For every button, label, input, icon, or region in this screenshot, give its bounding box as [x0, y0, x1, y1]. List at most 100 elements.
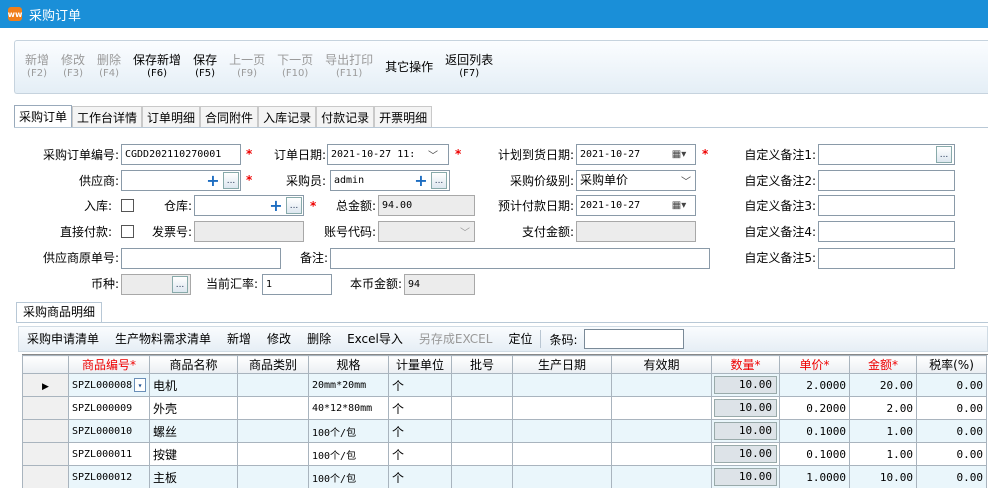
cell-mfg[interactable]: [512, 419, 612, 443]
cell-mfg[interactable]: [512, 442, 612, 466]
custom4-field[interactable]: [818, 221, 955, 242]
cell-spec[interactable]: 100个/包: [308, 419, 389, 443]
rate-field[interactable]: 1: [262, 274, 332, 295]
cell-amount[interactable]: 20.00: [849, 373, 917, 397]
tab-3[interactable]: 合同附件: [200, 106, 259, 127]
cell-category[interactable]: [237, 373, 309, 397]
cell-tax[interactable]: 0.00: [916, 465, 987, 488]
detail-button-5[interactable]: Excel导入: [339, 327, 411, 351]
cell-expiry[interactable]: [611, 465, 712, 488]
cell-name[interactable]: 电机: [149, 373, 238, 397]
custom1-field[interactable]: [818, 144, 955, 165]
add-icon[interactable]: +: [413, 171, 429, 190]
cell-category[interactable]: [237, 396, 309, 420]
toolbar-button-7[interactable]: 导出打印 (F11): [319, 54, 379, 80]
cell-category[interactable]: [237, 442, 309, 466]
detail-button-6[interactable]: 另存成EXCEL: [411, 327, 501, 351]
tab-2[interactable]: 订单明细: [142, 106, 201, 127]
table-row[interactable]: SPZL000010 螺丝 100个/包个 10.00 0.1000 1.00 0.00: [22, 419, 987, 443]
cell-tax[interactable]: 0.00: [916, 419, 987, 443]
cell-amount[interactable]: 2.00: [849, 396, 917, 420]
toolbar-button-2[interactable]: 删除 (F4): [91, 54, 127, 80]
tab-1[interactable]: 工作台详情: [72, 106, 143, 127]
cell-code[interactable]: SPZL000008 ▾: [68, 373, 150, 397]
cell-expiry[interactable]: [611, 442, 712, 466]
more-icon[interactable]: ...: [936, 146, 952, 163]
column-header[interactable]: 生产日期: [512, 355, 612, 374]
toolbar-button-9[interactable]: 返回列表 (F7): [439, 54, 499, 80]
column-header[interactable]: 数量*: [711, 355, 780, 374]
more-icon[interactable]: ...: [223, 172, 239, 189]
cell-batch[interactable]: [451, 373, 513, 397]
column-header[interactable]: 规格: [308, 355, 389, 374]
table-row[interactable]: SPZL000009 外壳 40*12*80mm 个 10.00 0.2000 2.00 0.…: [22, 396, 987, 420]
detail-button-3[interactable]: 修改: [259, 327, 299, 351]
row-indicator[interactable]: [22, 419, 69, 443]
remark-field[interactable]: [330, 248, 710, 269]
direct-pay-checkbox[interactable]: [121, 225, 134, 238]
column-header[interactable]: 计量单位: [388, 355, 452, 374]
column-header[interactable]: 商品编号*: [68, 355, 150, 374]
column-header[interactable]: 单价*: [779, 355, 850, 374]
cell-category[interactable]: [237, 465, 309, 488]
cell-tax[interactable]: 0.00: [916, 373, 987, 397]
order-no-field[interactable]: CGDD202110270001: [121, 144, 241, 165]
column-header[interactable]: 商品类别: [237, 355, 309, 374]
cell-qty[interactable]: 10.00: [711, 419, 780, 443]
cell-name[interactable]: 螺丝: [149, 419, 238, 443]
detail-button-2[interactable]: 新增: [219, 327, 259, 351]
cell-qty[interactable]: 10.00: [711, 396, 780, 420]
column-header[interactable]: 有效期: [611, 355, 712, 374]
toolbar-button-6[interactable]: 下一页 (F10): [271, 54, 319, 80]
more-icon[interactable]: ...: [286, 197, 302, 214]
toolbar-button-0[interactable]: 新增 (F2): [19, 54, 55, 80]
calendar-icon[interactable]: ▦▾: [670, 145, 688, 164]
stock-in-checkbox[interactable]: [121, 199, 134, 212]
cell-batch[interactable]: [451, 396, 513, 420]
cell-unit[interactable]: 个: [388, 465, 452, 488]
cell-code[interactable]: SPZL000012: [68, 465, 150, 488]
custom3-field[interactable]: [818, 195, 955, 216]
chevron-down-icon[interactable]: ﹀: [424, 145, 442, 164]
paid-field[interactable]: [576, 221, 696, 242]
cell-unit[interactable]: 个: [388, 396, 452, 420]
cell-name[interactable]: 主板: [149, 465, 238, 488]
cell-spec[interactable]: 20mm*20mm: [308, 373, 389, 397]
toolbar-button-5[interactable]: 上一页 (F9): [223, 54, 271, 80]
cell-amount[interactable]: 1.00: [849, 419, 917, 443]
cell-amount[interactable]: 10.00: [849, 465, 917, 488]
more-icon[interactable]: ...: [172, 276, 188, 293]
tab-5[interactable]: 付款记录: [316, 106, 375, 127]
table-row[interactable]: ▶ SPZL000008 ▾ 电机 20mm*20mm 个 10.00 2.0000 20.00…: [22, 373, 987, 397]
barcode-input[interactable]: [583, 329, 684, 349]
detail-button-7[interactable]: 定位: [500, 327, 540, 351]
chevron-down-icon[interactable]: ▾: [134, 378, 146, 392]
add-icon[interactable]: +: [268, 196, 284, 215]
cell-name[interactable]: 外壳: [149, 396, 238, 420]
toolbar-button-1[interactable]: 修改 (F3): [55, 54, 91, 80]
cell-batch[interactable]: [451, 419, 513, 443]
table-row[interactable]: SPZL000012 主板 100个/包个 10.00 1.0000 10.00 0.00: [22, 465, 987, 488]
tab-6[interactable]: 开票明细: [374, 106, 433, 127]
row-indicator[interactable]: [22, 465, 69, 488]
cell-qty[interactable]: 10.00: [711, 442, 780, 466]
cell-name[interactable]: 按键: [149, 442, 238, 466]
tab-4[interactable]: 入库记录: [258, 106, 317, 127]
cell-code[interactable]: SPZL000010: [68, 419, 150, 443]
cell-price[interactable]: 1.0000: [779, 465, 850, 488]
custom2-field[interactable]: [818, 170, 955, 191]
column-header[interactable]: 金额*: [849, 355, 917, 374]
cell-qty[interactable]: 10.00: [711, 465, 780, 488]
calendar-icon[interactable]: ▦▾: [670, 196, 688, 215]
cell-unit[interactable]: 个: [388, 442, 452, 466]
invoice-field[interactable]: [194, 221, 304, 242]
cell-category[interactable]: [237, 419, 309, 443]
detail-section-tab[interactable]: 采购商品明细: [16, 302, 103, 322]
cell-price[interactable]: 2.0000: [779, 373, 850, 397]
add-icon[interactable]: +: [205, 171, 221, 190]
cell-price[interactable]: 0.1000: [779, 419, 850, 443]
cell-batch[interactable]: [451, 442, 513, 466]
cell-tax[interactable]: 0.00: [916, 442, 987, 466]
toolbar-button-4[interactable]: 保存 (F5): [187, 54, 223, 80]
cell-mfg[interactable]: [512, 373, 612, 397]
